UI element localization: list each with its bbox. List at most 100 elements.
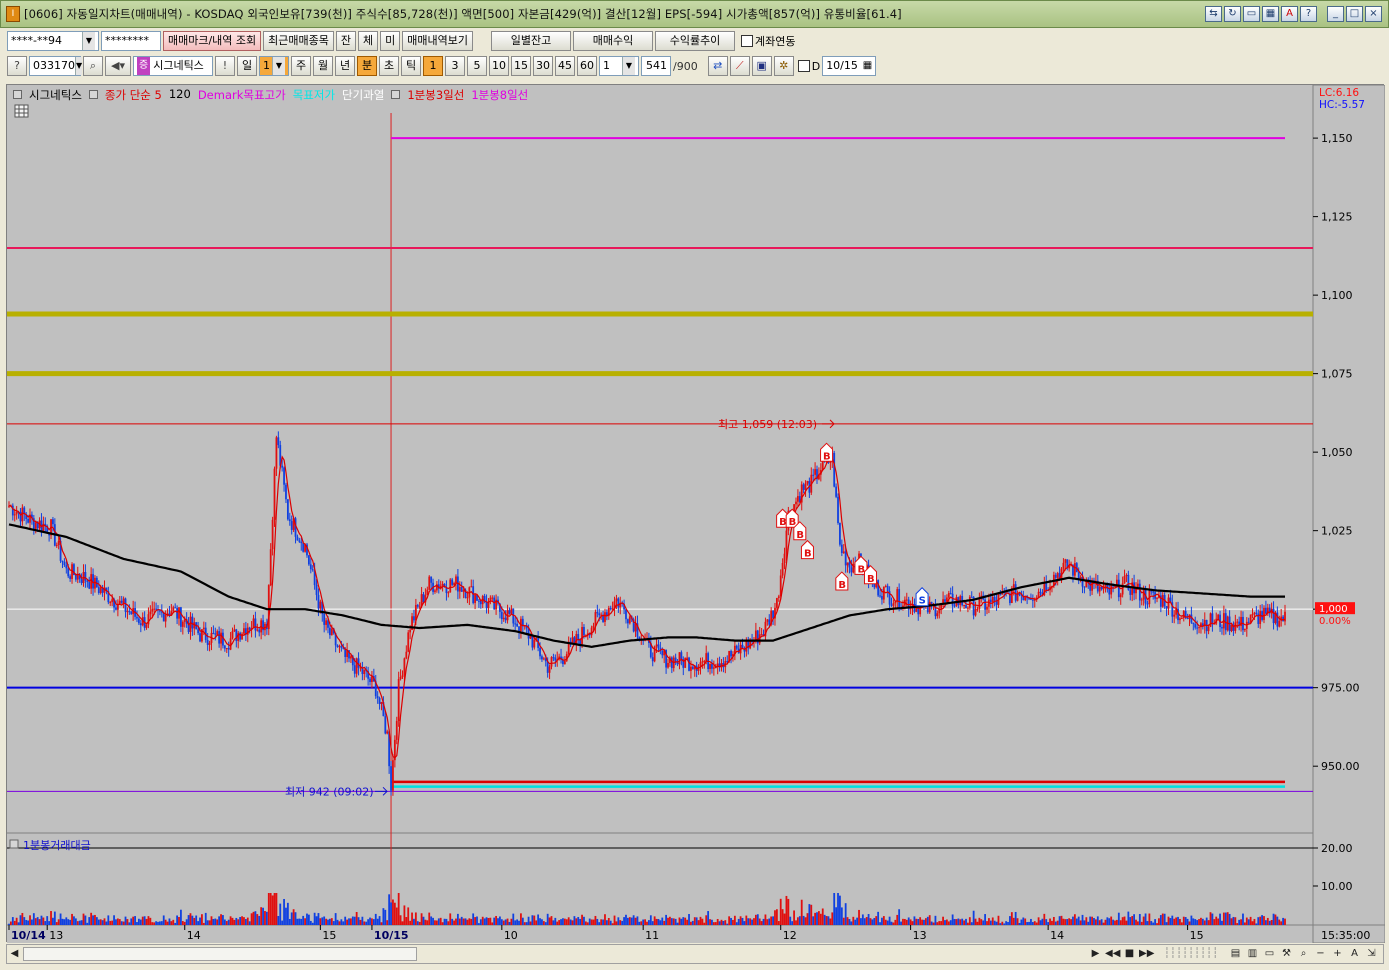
- price-chart[interactable]: 1,150 1,125 1,100 1,075 1,050 1,025 975.00 950.…: [7, 85, 1385, 943]
- volume-bar: [508, 921, 511, 925]
- legend-item-ma5[interactable]: 종가 단순 5: [105, 87, 162, 103]
- chevron-down-icon[interactable]: ▼: [622, 57, 635, 75]
- period-week-button[interactable]: 주: [291, 56, 311, 76]
- volume-toggle-icon: [9, 839, 19, 849]
- bar-count-field[interactable]: 541: [641, 56, 671, 76]
- period-second-button[interactable]: 초: [379, 56, 399, 76]
- font-icon[interactable]: A: [1281, 6, 1298, 22]
- maximize-button[interactable]: □: [1346, 6, 1363, 22]
- legend-item-overheat[interactable]: 단기과열: [342, 87, 384, 103]
- trend-icon[interactable]: ⟋: [729, 56, 750, 76]
- period-minute-button[interactable]: 분: [357, 56, 377, 76]
- legend-item-demark-high[interactable]: Demark목표고가: [198, 87, 286, 103]
- trade-profit-button[interactable]: 매매수익: [573, 31, 654, 51]
- scroll-right-icon[interactable]: ▶: [1088, 946, 1103, 962]
- alert-button[interactable]: !: [215, 56, 235, 76]
- speaker-icon[interactable]: ◀▾: [105, 56, 131, 76]
- volume-bar: [888, 916, 891, 925]
- zoom-icon[interactable]: ⌕: [1296, 946, 1311, 962]
- fast-forward-icon[interactable]: ▶▶: [1139, 946, 1154, 962]
- zoom-in-icon[interactable]: +: [1330, 946, 1345, 962]
- volume-bar: [558, 920, 561, 925]
- restore-icon[interactable]: ⇲: [1364, 946, 1379, 962]
- trade-history-button[interactable]: 매매내역보기: [402, 31, 474, 51]
- layout-icon[interactable]: ▥: [1245, 946, 1260, 962]
- candle-body: [1182, 611, 1185, 619]
- legend-toggle-icon[interactable]: [88, 90, 98, 99]
- count-select[interactable]: 1 ▼: [599, 56, 639, 76]
- zoom-out-icon[interactable]: −: [1313, 946, 1328, 962]
- chart-area[interactable]: 1,150 1,125 1,100 1,075 1,050 1,025 975.00 950.…: [6, 84, 1385, 943]
- settings-icon[interactable]: ✲: [773, 56, 794, 76]
- minute-1-button[interactable]: 1: [423, 56, 443, 76]
- close-button[interactable]: ×: [1365, 6, 1382, 22]
- save-icon[interactable]: ▣: [751, 56, 772, 76]
- volume-bar: [164, 919, 167, 925]
- return-trend-button[interactable]: 수익률추이: [655, 31, 736, 51]
- legend-item-8day[interactable]: 1분봉8일선: [471, 87, 528, 103]
- date-field[interactable]: 10/15 ▦: [822, 56, 877, 76]
- legend-toggle-icon[interactable]: [391, 90, 401, 99]
- trade-mark-query-button[interactable]: 매매마크/내역 조회: [163, 31, 262, 51]
- volume-bar: [737, 918, 740, 925]
- minute-30-button[interactable]: 30: [533, 56, 553, 76]
- stock-code-select[interactable]: 033170 ▼: [29, 56, 83, 76]
- chart-compare-icon[interactable]: ⇄: [707, 56, 728, 76]
- link-icon[interactable]: ⇆: [1205, 6, 1222, 22]
- minute-10-button[interactable]: 10: [489, 56, 509, 76]
- volume-bar: [84, 915, 87, 925]
- chart-scrollbar[interactable]: ◀ ▶ ◀◀ ■ ▶▶ ┆┆┆┆┆┆┆┆┆ ▤ ▥ ▭ ⚒ ⌕ − + A ⇲: [6, 944, 1384, 964]
- tile-icon[interactable]: ▤: [1228, 946, 1243, 962]
- volume-bar: [445, 918, 448, 925]
- candle-body: [1033, 599, 1036, 601]
- question-icon[interactable]: ?: [7, 56, 27, 76]
- period-day-button[interactable]: 일: [237, 56, 257, 76]
- period-month-button[interactable]: 월: [313, 56, 333, 76]
- unfilled-button[interactable]: 미: [380, 31, 401, 51]
- volume-bar: [728, 916, 731, 925]
- chevron-down-icon[interactable]: ▼: [272, 57, 285, 75]
- stock-name-field[interactable]: 증 시그네틱스: [133, 56, 213, 76]
- candle-body: [804, 483, 807, 490]
- balance-button[interactable]: 잔: [335, 31, 357, 51]
- period-value-select[interactable]: 1 ▼: [259, 56, 289, 76]
- search-icon[interactable]: ⌕: [83, 56, 103, 76]
- legend-item-3day[interactable]: 1분봉3일선: [407, 87, 464, 103]
- period-year-button[interactable]: 년: [335, 56, 355, 76]
- scroll-thumb[interactable]: [23, 947, 417, 961]
- candle-body: [422, 594, 425, 603]
- refresh-icon[interactable]: ↻: [1224, 6, 1241, 22]
- scroll-left-icon[interactable]: ◀: [7, 946, 22, 962]
- minute-60-button[interactable]: 60: [577, 56, 597, 76]
- daily-balance-button[interactable]: 일별잔고: [491, 31, 572, 51]
- window-icon[interactable]: ▭: [1243, 6, 1260, 22]
- filled-button[interactable]: 체: [358, 31, 379, 51]
- minute-3-button[interactable]: 3: [445, 56, 465, 76]
- minimize-button[interactable]: _: [1327, 6, 1344, 22]
- speed-slider[interactable]: ┆┆┆┆┆┆┆┆┆: [1156, 946, 1226, 962]
- rewind-icon[interactable]: ◀◀: [1105, 946, 1120, 962]
- date-checkbox[interactable]: [797, 60, 810, 72]
- tile-icon[interactable]: ▦: [1262, 6, 1279, 22]
- tools-icon[interactable]: ⚒: [1279, 946, 1294, 962]
- minute-45-button[interactable]: 45: [555, 56, 575, 76]
- stop-icon[interactable]: ■: [1122, 946, 1137, 962]
- legend-item-stock[interactable]: 시그네틱스: [29, 87, 82, 103]
- minute-5-button[interactable]: 5: [467, 56, 487, 76]
- legend-toggle-icon[interactable]: [13, 90, 22, 99]
- window-icon[interactable]: ▭: [1262, 946, 1277, 962]
- legend-item-ma120[interactable]: 120: [169, 87, 191, 103]
- calendar-icon[interactable]: ▦: [863, 57, 872, 75]
- minute-15-button[interactable]: 15: [511, 56, 531, 76]
- help-icon[interactable]: ?: [1300, 6, 1317, 22]
- password-field[interactable]: ********: [101, 31, 161, 51]
- font-icon[interactable]: A: [1347, 946, 1362, 962]
- legend-item-demark-low[interactable]: 목표저가: [293, 87, 335, 103]
- chevron-down-icon[interactable]: ▼: [75, 57, 83, 75]
- account-select[interactable]: ****-**94 ▼: [7, 31, 99, 51]
- account-link-checkbox[interactable]: [741, 35, 754, 47]
- chevron-down-icon[interactable]: ▼: [82, 32, 95, 50]
- volume-bar: [961, 918, 964, 925]
- recent-trades-button[interactable]: 최근매매종목: [263, 31, 334, 51]
- period-tick-button[interactable]: 틱: [401, 56, 421, 76]
